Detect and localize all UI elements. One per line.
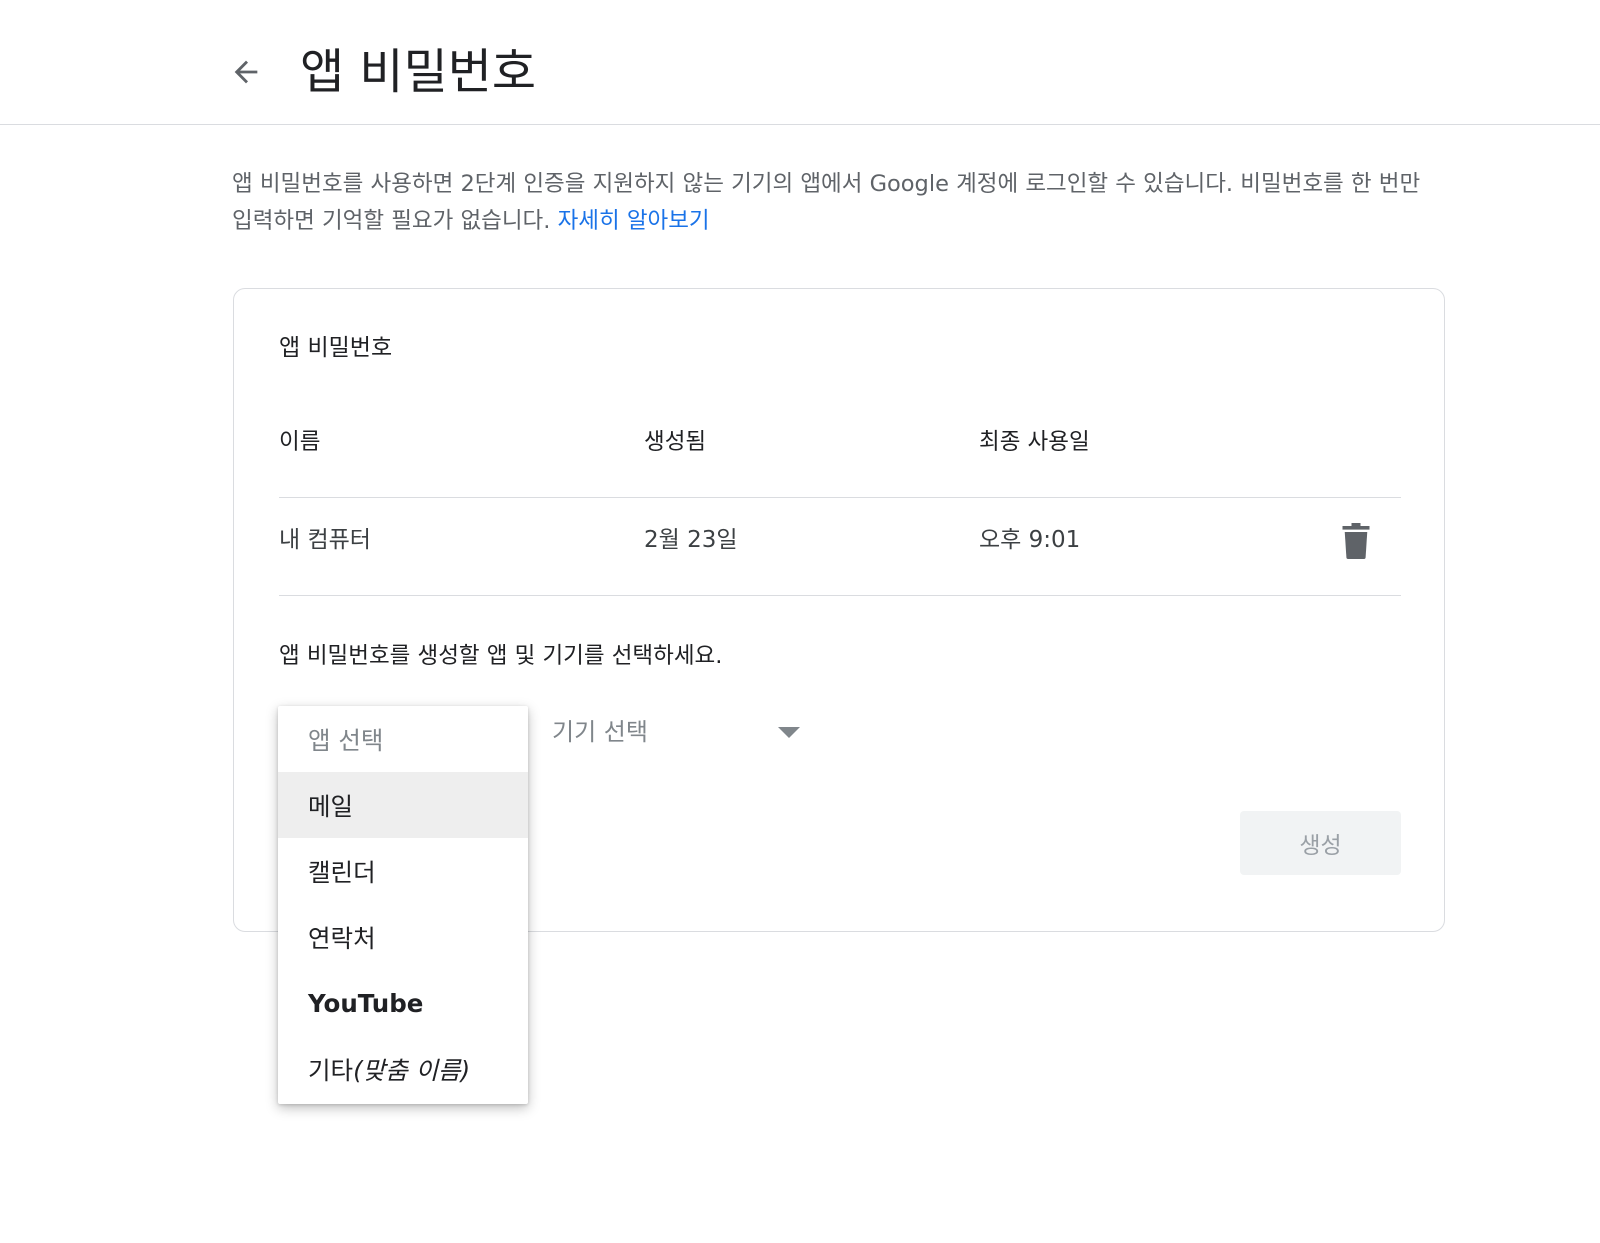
dropdown-arrow-icon xyxy=(778,727,800,738)
select-prompt: 앱 비밀번호를 생성할 앱 및 기기를 선택하세요. xyxy=(279,643,723,669)
card-title: 앱 비밀번호 xyxy=(279,335,393,361)
table-divider xyxy=(279,497,1401,498)
back-button[interactable] xyxy=(226,52,266,92)
device-select-placeholder: 기기 선택 xyxy=(552,718,648,746)
row-created: 2월 23일 xyxy=(644,527,738,553)
device-select[interactable]: 기기 선택 xyxy=(552,709,814,757)
app-select-dropdown: 앱 선택 메일 캘린더 연락처 YouTube 기타 (맞춤 이름) xyxy=(278,706,528,1104)
app-option-youtube[interactable]: YouTube xyxy=(278,970,528,1036)
column-header-created: 생성됨 xyxy=(644,429,707,455)
page-title: 앱 비밀번호 xyxy=(300,44,537,100)
app-select-placeholder-option[interactable]: 앱 선택 xyxy=(278,706,528,772)
intro-text: 앱 비밀번호를 사용하면 2단계 인증을 지원하지 않는 기기의 앱에서 Goo… xyxy=(232,166,1442,240)
app-option-other-suffix: (맞춤 이름) xyxy=(353,1055,471,1085)
generate-button[interactable]: 생성 xyxy=(1240,811,1401,875)
app-option-other-label: 기타 xyxy=(308,1055,354,1085)
row-name: 내 컴퓨터 xyxy=(279,527,371,553)
app-option-other[interactable]: 기타 (맞춤 이름) xyxy=(278,1036,528,1102)
learn-more-link[interactable]: 자세히 알아보기 xyxy=(558,208,710,234)
app-option-calendar[interactable]: 캘린더 xyxy=(278,838,528,904)
page-header: 앱 비밀번호 xyxy=(0,0,1600,125)
row-last-used: 오후 9:01 xyxy=(979,527,1081,553)
delete-password-button[interactable] xyxy=(1336,521,1376,561)
column-header-last-used: 최종 사용일 xyxy=(979,429,1090,455)
app-option-mail[interactable]: 메일 xyxy=(278,772,528,838)
column-header-name: 이름 xyxy=(279,429,321,455)
intro-description: 앱 비밀번호를 사용하면 2단계 인증을 지원하지 않는 기기의 앱에서 Goo… xyxy=(232,171,1421,234)
arrow-back-icon xyxy=(234,60,258,84)
app-option-contacts[interactable]: 연락처 xyxy=(278,904,528,970)
trash-icon xyxy=(1342,523,1370,559)
table-divider xyxy=(279,595,1401,596)
